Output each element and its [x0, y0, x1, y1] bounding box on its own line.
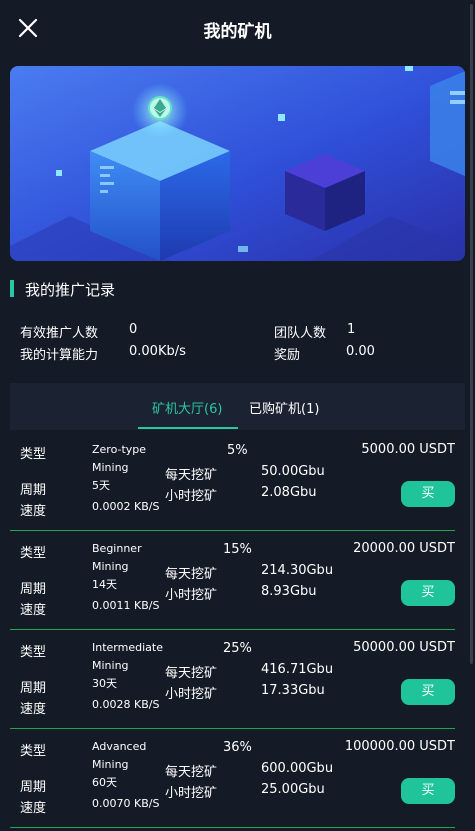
tab-purchased[interactable]: 已购矿机(1)	[249, 398, 319, 417]
daily-value: 50.00Gbu	[261, 464, 325, 479]
machine-row: 类型 周期 速度 Advanced Mining 60天 0.0070 KB/S…	[10, 729, 465, 828]
machine-row: 类型 周期 速度 Intermediate Mining 30天 0.0028 …	[10, 630, 465, 729]
machine-price: 50000.00 USDT	[353, 640, 455, 655]
machine-days: 5天	[92, 479, 110, 492]
machine-rate: 36%	[223, 740, 252, 755]
daily-value: 416.71Gbu	[261, 662, 334, 677]
machine-speed: 0.0011 KB/S	[92, 599, 160, 612]
daily-label: 每天挖矿	[165, 567, 218, 582]
machine-rate: 15%	[223, 542, 252, 557]
type-label: 类型	[20, 447, 47, 462]
period-label: 周期	[20, 780, 47, 795]
speed-label: 速度	[20, 603, 47, 618]
machine-name-suffix: Mining	[92, 461, 129, 474]
machine-list: 类型 周期 速度 Zero-type Mining 5天 0.0002 KB/S…	[10, 432, 465, 828]
machine-name-suffix: Mining	[92, 659, 129, 672]
hourly-label: 小时挖矿	[165, 786, 218, 801]
machine-speed: 0.0002 KB/S	[92, 500, 160, 513]
team-value: 1	[347, 322, 356, 337]
power-label: 我的计算能力	[20, 348, 99, 363]
machine-price: 5000.00 USDT	[361, 442, 455, 457]
machine-row: 类型 周期 速度 Zero-type Mining 5天 0.0002 KB/S…	[10, 432, 465, 531]
machine-price: 20000.00 USDT	[353, 541, 455, 556]
team-label: 团队人数	[274, 326, 327, 341]
power-value: 0.00Kb/s	[129, 344, 186, 359]
top-bar: 我的矿机	[0, 0, 475, 56]
reward-value: 0.00	[346, 344, 375, 359]
daily-label: 每天挖矿	[165, 765, 218, 780]
daily-label: 每天挖矿	[165, 666, 218, 681]
banner-image	[10, 66, 465, 261]
hourly-value: 17.33Gbu	[261, 683, 325, 698]
machine-name-suffix: Mining	[92, 758, 129, 771]
type-label: 类型	[20, 546, 47, 561]
hourly-value: 25.00Gbu	[261, 782, 325, 797]
daily-value: 214.30Gbu	[261, 563, 334, 578]
daily-label: 每天挖矿	[165, 468, 218, 483]
machine-rate: 25%	[223, 641, 252, 656]
row-divider	[10, 827, 455, 828]
hourly-label: 小时挖矿	[165, 489, 218, 504]
daily-value: 600.00Gbu	[261, 761, 334, 776]
hourly-value: 8.93Gbu	[261, 584, 317, 599]
period-label: 周期	[20, 483, 47, 498]
machine-days: 30天	[92, 677, 117, 690]
speed-label: 速度	[20, 702, 47, 717]
machine-row: 类型 周期 速度 Beginner Mining 14天 0.0011 KB/S…	[10, 531, 465, 630]
tab-bar: 矿机大厅(6) 已购矿机(1)	[10, 383, 465, 430]
machine-rate: 5%	[227, 443, 248, 458]
machine-speed: 0.0070 KB/S	[92, 797, 160, 810]
section-title: 我的推广记录	[25, 281, 116, 299]
machine-speed: 0.0028 KB/S	[92, 698, 160, 711]
scrollbar[interactable]	[470, 4, 473, 664]
buy-button[interactable]: 买	[401, 679, 455, 705]
buy-button[interactable]: 买	[401, 580, 455, 606]
speed-label: 速度	[20, 801, 47, 816]
buy-button[interactable]: 买	[401, 481, 455, 507]
machine-name: Advanced	[92, 740, 147, 753]
reward-label: 奖励	[274, 348, 301, 363]
type-label: 类型	[20, 645, 47, 660]
machine-price: 100000.00 USDT	[344, 739, 455, 754]
section-accent-bar	[10, 280, 14, 297]
tab-active-indicator	[138, 427, 238, 429]
effective-value: 0	[129, 322, 138, 337]
machine-days: 14天	[92, 578, 117, 591]
effective-label: 有效推广人数	[20, 326, 99, 341]
machine-name: Beginner	[92, 542, 142, 555]
hourly-label: 小时挖矿	[165, 687, 218, 702]
type-label: 类型	[20, 744, 47, 759]
buy-button[interactable]: 买	[401, 778, 455, 804]
hourly-value: 2.08Gbu	[261, 485, 317, 500]
period-label: 周期	[20, 681, 47, 696]
page-title: 我的矿机	[203, 22, 272, 42]
machine-name: Zero-type	[92, 443, 147, 456]
machine-days: 60天	[92, 776, 117, 789]
speed-label: 速度	[20, 504, 47, 519]
hourly-label: 小时挖矿	[165, 588, 218, 603]
machine-name: Intermediate	[92, 641, 163, 654]
period-label: 周期	[20, 582, 47, 597]
tab-mining-hall[interactable]: 矿机大厅(6)	[152, 398, 222, 417]
machine-name-suffix: Mining	[92, 560, 129, 573]
